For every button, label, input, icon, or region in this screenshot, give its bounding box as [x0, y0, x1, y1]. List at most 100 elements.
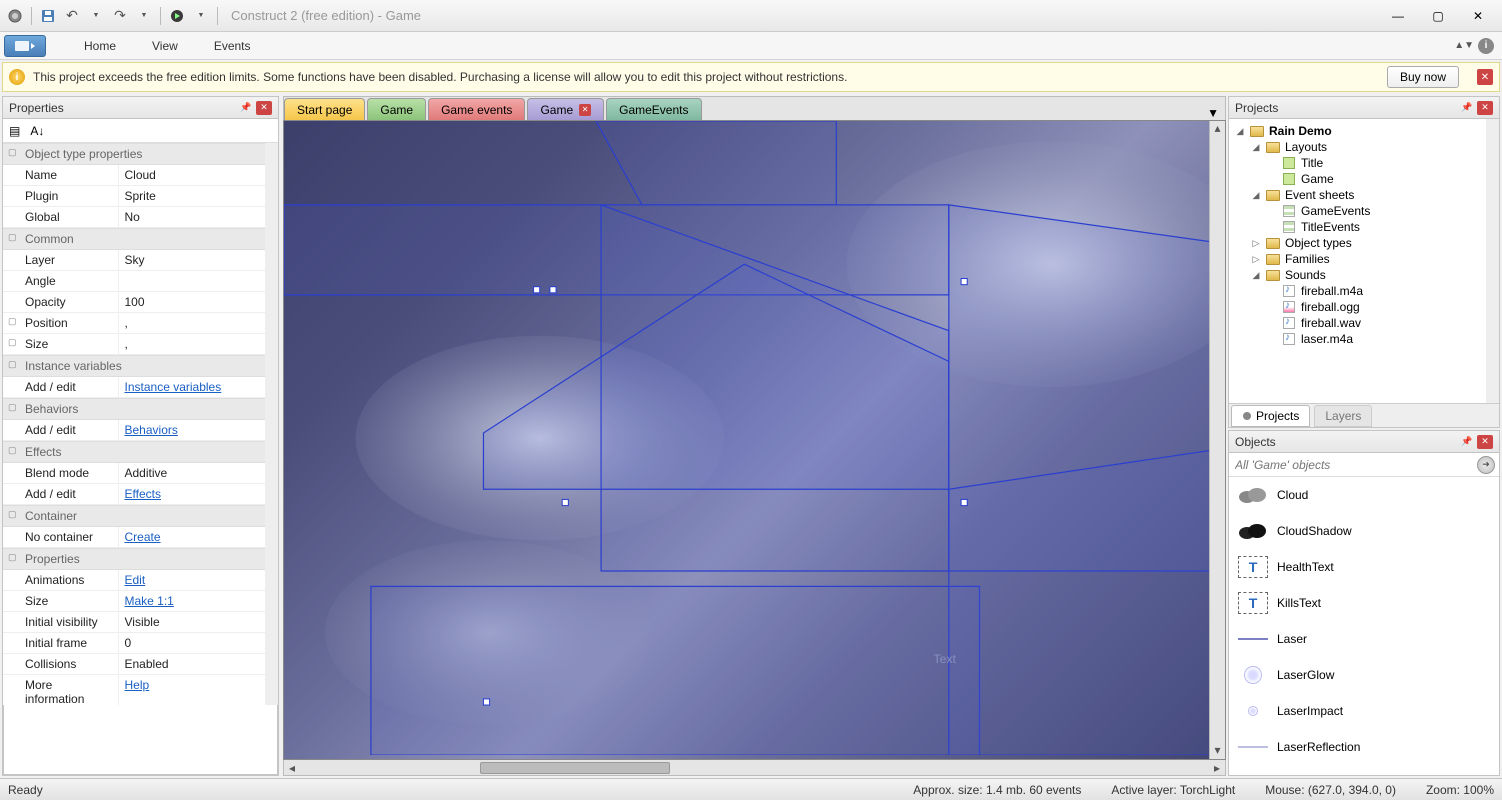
layout-viewport[interactable]: Text ▴▾ [283, 120, 1226, 760]
object-item-killstext[interactable]: TKillsText [1229, 585, 1499, 621]
tree-scrollbar[interactable] [1486, 119, 1499, 403]
layers-tab[interactable]: Layers [1314, 405, 1372, 427]
tree-sound-file[interactable]: fireball.m4a [1231, 283, 1497, 299]
prop-row: More informationHelp [3, 675, 278, 705]
tab-game-events[interactable]: Game events [428, 98, 525, 120]
projects-tab[interactable]: Projects [1231, 405, 1310, 427]
object-item-laserglow[interactable]: LaserGlow [1229, 657, 1499, 693]
object-item-cloudshadow[interactable]: CloudShadow [1229, 513, 1499, 549]
help-icon[interactable]: i [1478, 38, 1494, 54]
laserglow-icon [1237, 663, 1269, 687]
tree-layout-title[interactable]: Title [1231, 155, 1497, 171]
panel-pin-icon[interactable]: 📌 [1459, 435, 1475, 449]
undo-icon[interactable]: ↶ [61, 5, 83, 27]
objects-filter-input[interactable] [1233, 456, 1477, 474]
objects-filter-row: ➜ [1229, 453, 1499, 477]
object-item-laserreflection[interactable]: LaserReflection [1229, 729, 1499, 765]
notice-close-button[interactable]: ✕ [1477, 69, 1493, 85]
ribbon-collapse-icon[interactable]: ▲▼ [1454, 40, 1474, 51]
create-container-link[interactable]: Create [119, 527, 279, 547]
tab-game[interactable]: Game [367, 98, 426, 120]
undo-dropdown-icon[interactable]: ▼ [85, 5, 107, 27]
objects-filter-go-icon[interactable]: ➜ [1477, 456, 1495, 474]
tab-close-icon[interactable]: ✕ [579, 104, 591, 116]
ribbon-tab-view[interactable]: View [134, 35, 196, 57]
vertical-scrollbar[interactable]: ▴▾ [1209, 121, 1225, 759]
animations-edit-link[interactable]: Edit [119, 570, 279, 590]
panel-pin-icon[interactable]: 📌 [238, 101, 254, 115]
make-1-1-link[interactable]: Make 1:1 [119, 591, 279, 611]
panel-pin-icon[interactable]: 📌 [1459, 101, 1475, 115]
tree-folder-families[interactable]: ▷Families [1231, 251, 1497, 267]
prop-row: PluginSprite [3, 186, 278, 207]
sort-icon[interactable]: A↓ [30, 124, 44, 138]
prop-row: Initial frame0 [3, 633, 278, 654]
prop-group-effects[interactable]: Effects [3, 441, 278, 463]
buy-now-button[interactable]: Buy now [1387, 66, 1459, 88]
tab-game-active[interactable]: Game✕ [527, 98, 604, 120]
tree-layout-game[interactable]: Game [1231, 171, 1497, 187]
prop-group-container[interactable]: Container [3, 505, 278, 527]
tree-folder-eventsheets[interactable]: ◢Event sheets [1231, 187, 1497, 203]
run-icon[interactable] [166, 5, 188, 27]
help-link[interactable]: Help [119, 675, 279, 705]
object-item-laser[interactable]: Laser [1229, 621, 1499, 657]
object-item-laserimpact[interactable]: LaserImpact [1229, 693, 1499, 729]
prop-row: Initial visibilityVisible [3, 612, 278, 633]
panel-close-icon[interactable]: ✕ [1477, 101, 1493, 115]
save-icon[interactable] [37, 5, 59, 27]
prop-row: No containerCreate [3, 527, 278, 548]
redo-icon[interactable]: ↷ [109, 5, 131, 27]
tree-folder-layouts[interactable]: ◢Layouts [1231, 139, 1497, 155]
prop-group-behaviors[interactable]: Behaviors [3, 398, 278, 420]
prop-group-common[interactable]: Common [3, 228, 278, 250]
tree-project-root[interactable]: ◢Rain Demo [1231, 123, 1497, 139]
horizontal-scrollbar[interactable]: ◂ ▸ [283, 760, 1226, 776]
object-item-healthtext[interactable]: THealthText [1229, 549, 1499, 585]
tree-folder-sounds[interactable]: ◢Sounds [1231, 267, 1497, 283]
tree-sheet-gameevents[interactable]: GameEvents [1231, 203, 1497, 219]
prop-row: Add / editBehaviors [3, 420, 278, 441]
tree-folder-objecttypes[interactable]: ▷Object types [1231, 235, 1497, 251]
properties-toolbar: ▤ A↓ [3, 119, 278, 143]
object-item-cloud[interactable]: Cloud [1229, 477, 1499, 513]
prop-group-instance-vars[interactable]: Instance variables [3, 355, 278, 377]
prop-group-object-type[interactable]: Object type properties [3, 143, 278, 165]
qat-more-icon[interactable]: ▼ [190, 5, 212, 27]
ribbon-tab-events[interactable]: Events [196, 35, 269, 57]
panel-close-icon[interactable]: ✕ [256, 101, 272, 115]
properties-grid[interactable]: Object type properties NameCloud PluginS… [3, 143, 278, 705]
instance-variables-link[interactable]: Instance variables [119, 377, 279, 397]
minimize-button[interactable]: — [1378, 2, 1418, 30]
effects-link[interactable]: Effects [119, 484, 279, 504]
prop-row: Size, [3, 334, 278, 355]
scrollbar-thumb[interactable] [480, 762, 670, 774]
ribbon-bar: Home View Events ▲▼ i [0, 32, 1502, 60]
prop-row: LayerSky [3, 250, 278, 271]
file-menu-button[interactable] [4, 35, 46, 57]
redo-dropdown-icon[interactable]: ▼ [133, 5, 155, 27]
behaviors-link[interactable]: Behaviors [119, 420, 279, 440]
tree-sound-file[interactable]: fireball.ogg [1231, 299, 1497, 315]
objects-panel: Objects 📌✕ ➜ Cloud CloudShadow THealthTe… [1228, 430, 1500, 776]
categorize-icon[interactable]: ▤ [9, 124, 20, 138]
ribbon-tab-home[interactable]: Home [66, 35, 134, 57]
properties-scrollbar[interactable] [265, 143, 278, 705]
tabs-overflow-icon[interactable]: ▼ [1201, 106, 1225, 120]
window-close-button[interactable]: ✕ [1458, 2, 1498, 30]
tree-sheet-titleevents[interactable]: TitleEvents [1231, 219, 1497, 235]
maximize-button[interactable]: ▢ [1418, 2, 1458, 30]
info-icon: i [9, 69, 25, 85]
tree-sound-file[interactable]: laser.m4a [1231, 331, 1497, 347]
tree-sound-file[interactable]: fireball.wav [1231, 315, 1497, 331]
app-icon[interactable] [4, 5, 26, 27]
prop-row: SizeMake 1:1 [3, 591, 278, 612]
prop-group-properties[interactable]: Properties [3, 548, 278, 570]
objects-list[interactable]: Cloud CloudShadow THealthText TKillsText… [1229, 477, 1499, 775]
properties-description-box [3, 705, 278, 775]
projects-panel-tabs: Projects Layers [1229, 403, 1499, 427]
project-tree[interactable]: ◢Rain Demo ◢Layouts Title Game ◢Event sh… [1229, 119, 1499, 403]
tab-gameevents-2[interactable]: GameEvents [606, 98, 701, 120]
panel-close-icon[interactable]: ✕ [1477, 435, 1493, 449]
tab-start-page[interactable]: Start page [284, 98, 365, 120]
